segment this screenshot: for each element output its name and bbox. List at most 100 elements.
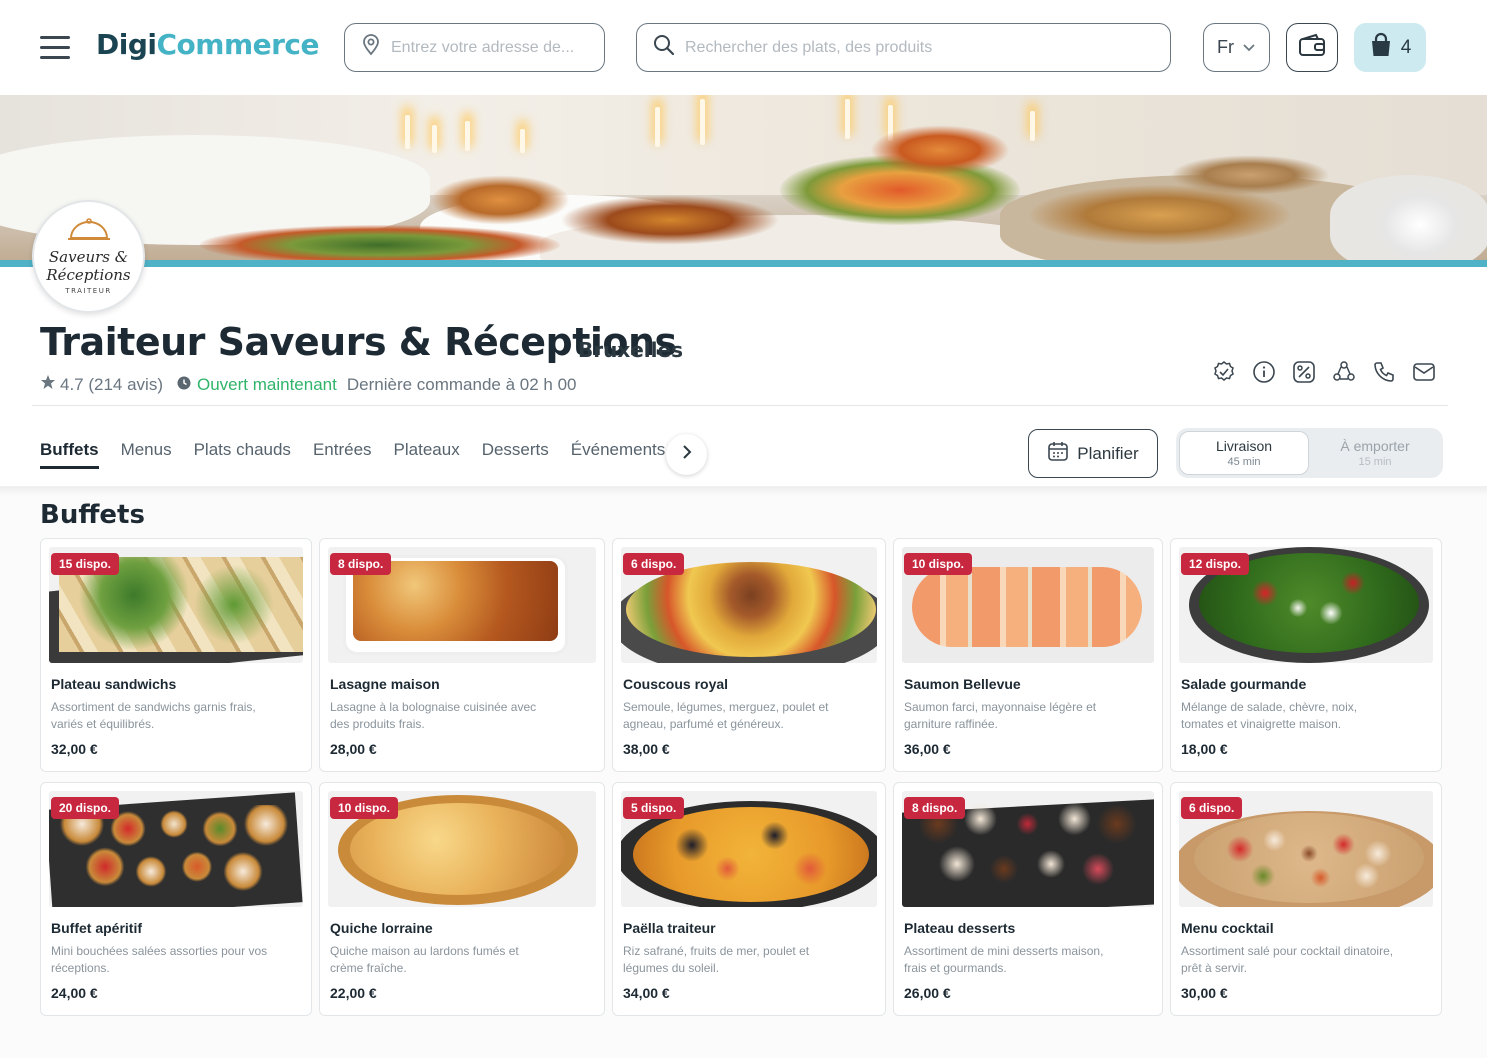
tab-entrees[interactable]: Entrées <box>313 440 372 469</box>
stock-badge: 15 dispo. <box>51 553 120 575</box>
product-card[interactable]: 6 dispo. Menu cocktail Assortiment salé po… <box>1170 782 1442 1016</box>
address-input[interactable] <box>391 38 598 57</box>
wallet-button[interactable] <box>1286 23 1338 72</box>
product-card[interactable]: 20 dispo. Buffet apéritif Mini bouchées sa… <box>40 782 312 1016</box>
plan-label: Planifier <box>1077 443 1139 463</box>
tab-plateaux[interactable]: Plateaux <box>394 440 460 469</box>
stock-badge: 5 dispo. <box>623 797 685 819</box>
language-selector[interactable]: Fr <box>1203 23 1270 72</box>
product-title: Paëlla traiteur <box>623 920 716 936</box>
restaurant-logo-line1: Saveurs & <box>48 248 129 266</box>
menu-icon[interactable] <box>40 36 70 60</box>
cloche-icon <box>67 218 111 247</box>
restaurant-banner <box>0 95 1487 267</box>
language-label: Fr <box>1217 37 1234 57</box>
restaurant-logo-line2: Réceptions <box>46 266 131 284</box>
restaurant-logo: Saveurs & Réceptions TRAITEUR <box>32 200 145 313</box>
product-image: 8 dispo. <box>902 791 1154 907</box>
stock-badge: 8 dispo. <box>330 553 392 575</box>
tab-plats-chauds[interactable]: Plats chauds <box>194 440 291 469</box>
open-status: Ouvert maintenant <box>197 374 337 394</box>
product-image: 12 dispo. <box>1179 547 1433 663</box>
delivery-mode-toggle: Livraison 45 min À emporter 15 min <box>1176 428 1443 478</box>
product-card[interactable]: 8 dispo. Lasagne maison Lasagne à la bolog… <box>319 538 605 772</box>
tab-desserts[interactable]: Desserts <box>482 440 549 469</box>
stock-badge: 10 dispo. <box>904 553 973 575</box>
last-order-time: Dernière commande à 02 h 00 <box>346 374 577 394</box>
shopping-bag-icon <box>1369 32 1393 64</box>
logo-part2: Commerce <box>156 28 320 61</box>
delivery-option[interactable]: Livraison 45 min <box>1179 431 1309 475</box>
product-title: Couscous royal <box>623 676 729 692</box>
tabs-next-button[interactable] <box>666 434 707 475</box>
product-card[interactable]: 15 dispo. Plateau sandwichs Assortiment de… <box>40 538 312 772</box>
plan-button[interactable]: Planifier <box>1028 429 1158 478</box>
logo-part1: Digi <box>96 28 157 61</box>
clock-icon <box>177 375 191 395</box>
info-icon[interactable] <box>1252 360 1276 384</box>
product-description: Assortiment salé pour cocktail dinatoire… <box>1181 944 1394 975</box>
cart-count: 4 <box>1400 36 1412 58</box>
product-card[interactable]: 10 dispo. Quiche lorraine Quiche maison au… <box>319 782 605 1016</box>
tab-evenements[interactable]: Événements <box>571 440 666 469</box>
stock-badge: 6 dispo. <box>1181 797 1243 819</box>
divider <box>32 405 1448 406</box>
chevron-down-icon <box>1242 37 1256 58</box>
product-image: 10 dispo. <box>902 547 1154 663</box>
product-description: Semoule, légumes, merguez, poulet et agn… <box>623 700 829 731</box>
takeaway-option[interactable]: À emporter 15 min <box>1310 431 1440 475</box>
product-image: 6 dispo. <box>1179 791 1433 907</box>
product-description: Assortiment de sandwichs garnis frais, v… <box>51 700 256 731</box>
site-logo[interactable]: DigiCommerce <box>96 28 320 61</box>
location-pin-icon <box>361 34 381 61</box>
phone-icon[interactable] <box>1372 360 1396 384</box>
product-card[interactable]: 8 dispo. Plateau desserts Assortiment de m… <box>893 782 1163 1016</box>
product-title: Buffet apéritif <box>51 920 142 936</box>
restaurant-rating: 4.7 (214 avis) <box>60 374 163 394</box>
product-description: Lasagne à la bolognaise cuisinée avec de… <box>330 700 537 731</box>
product-description: Saumon farci, mayonnaise légère et garni… <box>904 700 1097 731</box>
search-field[interactable] <box>636 23 1171 72</box>
product-price: 22,00 € <box>330 985 377 1001</box>
chevron-right-icon <box>681 444 693 465</box>
star-icon <box>40 374 56 395</box>
restaurant-meta: 4.7 (214 avis) Ouvert maintenant Dernièr… <box>40 374 577 395</box>
section-title: Buffets <box>40 500 145 530</box>
product-price: 32,00 € <box>51 741 98 757</box>
search-input[interactable] <box>685 38 1125 57</box>
address-field[interactable] <box>344 23 605 72</box>
product-price: 26,00 € <box>904 985 951 1001</box>
calendar-icon <box>1047 440 1069 467</box>
stock-badge: 10 dispo. <box>330 797 399 819</box>
product-image: 10 dispo. <box>328 791 596 907</box>
product-title: Saumon Bellevue <box>904 676 1021 692</box>
product-card[interactable]: 6 dispo. Couscous royal Semoule, légumes, … <box>612 538 886 772</box>
product-card[interactable]: 5 dispo. Paëlla traiteur Riz safrané, frui… <box>612 782 886 1016</box>
verified-badge-icon[interactable] <box>1212 360 1236 384</box>
tab-menus[interactable]: Menus <box>121 440 172 469</box>
delivery-option-label: Livraison <box>1215 438 1273 454</box>
product-card[interactable]: 12 dispo. Salade gourmande Mélange de sala… <box>1170 538 1442 772</box>
mail-icon[interactable] <box>1412 360 1436 384</box>
discount-icon[interactable] <box>1292 360 1316 384</box>
restaurant-actions <box>1212 360 1436 384</box>
product-image: 20 dispo. <box>49 791 303 907</box>
product-title: Salade gourmande <box>1181 676 1307 692</box>
product-description: Assortiment de mini desserts maison, fra… <box>904 944 1104 975</box>
product-card[interactable]: 10 dispo. Saumon Bellevue Saumon farci, ma… <box>893 538 1163 772</box>
product-image: 6 dispo. <box>621 547 877 663</box>
product-image: 8 dispo. <box>328 547 596 663</box>
wallet-icon <box>1298 33 1326 62</box>
product-title: Menu cocktail <box>1181 920 1274 936</box>
product-title: Lasagne maison <box>330 676 440 692</box>
product-description: Riz safrané, fruits de mer, poulet et lé… <box>623 944 810 975</box>
restaurant-city: Bruxelles <box>578 338 683 362</box>
tab-buffets[interactable]: Buffets <box>40 440 99 469</box>
share-icon[interactable] <box>1332 360 1356 384</box>
top-header: DigiCommerce Fr 4 <box>0 0 1487 95</box>
product-price: 24,00 € <box>51 985 98 1001</box>
product-price: 18,00 € <box>1181 741 1228 757</box>
product-price: 36,00 € <box>904 741 951 757</box>
cart-button[interactable]: 4 <box>1354 23 1426 72</box>
product-image: 15 dispo. <box>49 547 303 663</box>
